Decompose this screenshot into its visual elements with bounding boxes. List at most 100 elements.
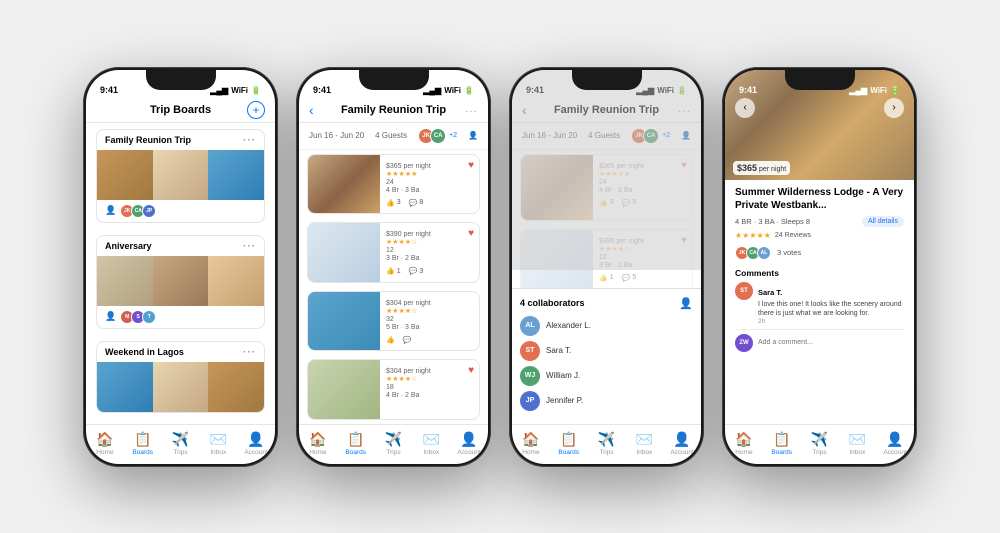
listing-price-3-p2: $304 per night	[386, 297, 473, 307]
notch-2	[359, 70, 429, 90]
battery-icon-4: 🔋	[890, 86, 900, 95]
like-btn-2-p2[interactable]: 👍 1	[386, 267, 401, 275]
tab-trips-1[interactable]: ✈️ Trips	[162, 431, 200, 456]
tab-home-1[interactable]: 🏠 Home	[86, 431, 124, 456]
comment-icon-2-p3: 💬	[622, 274, 631, 282]
add-button-area[interactable]: +	[247, 101, 265, 119]
inbox-icon-3: ✉️	[636, 431, 653, 448]
person-icon: 👤	[105, 205, 116, 216]
tab-boards-3[interactable]: 📋 Boards	[550, 431, 588, 456]
add-comment-row[interactable]: ZW	[735, 329, 904, 352]
tab-account-1[interactable]: 👤 Account	[237, 431, 275, 456]
tab-boards-2[interactable]: 📋 Boards	[337, 431, 375, 456]
page-title-2: Family Reunion Trip	[341, 104, 446, 116]
tab-account-4[interactable]: 👤 Account	[876, 431, 914, 456]
add-comment-input[interactable]	[758, 339, 904, 346]
add-board-button[interactable]: +	[247, 101, 265, 119]
avatar-t: T	[142, 310, 156, 324]
tab-inbox-1[interactable]: ✉️ Inbox	[199, 431, 237, 456]
tab-home-2[interactable]: 🏠 Home	[299, 431, 337, 456]
listing-details-3-p2: $304 per night ★★★★☆ 32 5 Br · 3 Ba 👍	[380, 292, 479, 351]
listing-card-3-p2[interactable]: $304 per night ★★★★☆ 32 5 Br · 3 Ba 👍	[307, 291, 480, 352]
comment-btn-1-p2[interactable]: 💬 8	[409, 199, 424, 207]
signal-icon-2: ▂▄▆	[423, 86, 441, 95]
tab-home-3[interactable]: 🏠 Home	[512, 431, 550, 456]
account-icon-1: 👤	[247, 431, 264, 448]
listing-card-4-p2[interactable]: $304 per night ★★★★☆ 18 4 Br · 2 Ba ♥	[307, 359, 480, 420]
comment-btn-2-p3: 💬 5	[622, 274, 637, 282]
listing-card-1-p2[interactable]: $365 per night ★★★★★ 24 4 Br · 3 Ba 👍 3	[307, 154, 480, 215]
tab-label-boards-4: Boards	[771, 449, 792, 456]
board-title-family: Family Reunion Trip	[105, 135, 191, 145]
thumbs-up-icon-1: 👍	[386, 199, 395, 207]
board-footer-family: 👤 JK CA JP	[97, 200, 264, 222]
like-btn-1-p2[interactable]: 👍 3	[386, 199, 401, 207]
board-card-anniversary[interactable]: Aniversary ··· 👤 M S T	[96, 235, 265, 329]
trips-icon-2: ✈️	[385, 431, 402, 448]
listing-actions-2-p2: 👍 1 💬 3	[386, 267, 473, 275]
trip-avatars-2: JK CA	[418, 128, 446, 144]
tab-label-boards-1: Boards	[132, 449, 153, 456]
board-options-family[interactable]: ···	[243, 135, 256, 146]
listing-img-4-p2	[308, 360, 380, 420]
tab-account-3[interactable]: 👤 Account	[663, 431, 701, 456]
more-options-2[interactable]: ···	[465, 106, 478, 117]
avatar-group-anniversary: M S T	[120, 310, 156, 324]
collab-item-st[interactable]: ST Sara T.	[520, 341, 693, 361]
back-button-2[interactable]: ‹	[309, 102, 314, 118]
detail-stars-row: ★★★★★ 24 Reviews	[735, 231, 904, 240]
property-title: Summer Wilderness Lodge - A Very Private…	[735, 186, 904, 212]
tab-inbox-4[interactable]: ✉️ Inbox	[838, 431, 876, 456]
dimmed-overlay	[512, 70, 701, 270]
heart-btn-1-p2[interactable]: ♥	[468, 160, 474, 171]
comment-btn-2-p2[interactable]: 💬 3	[409, 267, 424, 275]
avatar-group-family: JK CA JP	[120, 204, 156, 218]
listing-actions-1-p2: 👍 3 💬 8	[386, 199, 473, 207]
listing-card-2-p2[interactable]: $390 per night ★★★★☆ 12 3 Br · 2 Ba 👍 1	[307, 222, 480, 283]
listing-img-2-p2	[308, 223, 380, 283]
detail-meta-row: 4 BR · 3 BA · Sleeps 8 All details	[735, 216, 904, 227]
tab-home-4[interactable]: 🏠 Home	[725, 431, 763, 456]
tab-trips-2[interactable]: ✈️ Trips	[375, 431, 413, 456]
collab-item-wj[interactable]: WJ William J.	[520, 366, 693, 386]
tab-account-2[interactable]: 👤 Account	[450, 431, 488, 456]
board-card-family[interactable]: Family Reunion Trip ··· 👤 JK CA JP	[96, 129, 265, 223]
detail-reviews: 24 Reviews	[775, 232, 811, 239]
heart-btn-4-p2[interactable]: ♥	[468, 365, 474, 376]
tab-label-account-4: Account	[883, 449, 907, 456]
tab-boards-4[interactable]: 📋 Boards	[763, 431, 801, 456]
tab-trips-3[interactable]: ✈️ Trips	[588, 431, 626, 456]
votes-row: JK CA AL 3 votes	[735, 246, 904, 260]
signal-icon-4: ▂▄▆	[849, 86, 867, 95]
prev-image-button[interactable]: ‹	[735, 98, 755, 118]
status-icons-1: ▂▄▆ WiFi 🔋	[210, 86, 261, 95]
collab-name-al: Alexander L.	[546, 321, 591, 330]
wifi-icon-4: WiFi	[870, 86, 887, 95]
tab-label-account-2: Account	[457, 449, 481, 456]
avatar-jp: JP	[142, 204, 156, 218]
scene: 9:41 ▂▄▆ WiFi 🔋 Trip Boards + Family Reu…	[0, 47, 1000, 487]
wifi-icon-2: WiFi	[444, 86, 461, 95]
tab-label-trips-4: Trips	[812, 449, 826, 456]
tab-inbox-2[interactable]: ✉️ Inbox	[412, 431, 450, 456]
collab-item-al[interactable]: AL Alexander L.	[520, 316, 693, 336]
vote-avatars: JK CA AL	[735, 246, 771, 260]
collab-item-jp[interactable]: JP Jennifer P.	[520, 391, 693, 411]
listing-stars-2-p2: ★★★★☆	[386, 238, 473, 246]
tab-label-trips-1: Trips	[173, 449, 187, 456]
tab-inbox-3[interactable]: ✉️ Inbox	[625, 431, 663, 456]
board-card-lagos[interactable]: Weekend in Lagos ···	[96, 341, 265, 413]
wifi-icon: WiFi	[231, 86, 248, 95]
tab-boards-1[interactable]: 📋 Boards	[124, 431, 162, 456]
tab-trips-4[interactable]: ✈️ Trips	[801, 431, 839, 456]
all-details-button[interactable]: All details	[862, 216, 904, 227]
board-options-lagos[interactable]: ···	[243, 347, 256, 358]
phone-3: 9:41 ▂▄▆ WiFi 🔋 ‹ Family Reunion Trip ··…	[509, 67, 704, 467]
collab-count: 4 collaborators	[520, 298, 585, 308]
like-btn-3-p2[interactable]: 👍	[386, 336, 395, 344]
comment-btn-3-p2[interactable]: 💬	[403, 336, 412, 344]
heart-btn-2-p2[interactable]: ♥	[468, 228, 474, 239]
board-options-anniversary[interactable]: ···	[243, 241, 256, 252]
home-icon-4: 🏠	[735, 431, 752, 448]
next-image-button[interactable]: ›	[884, 98, 904, 118]
